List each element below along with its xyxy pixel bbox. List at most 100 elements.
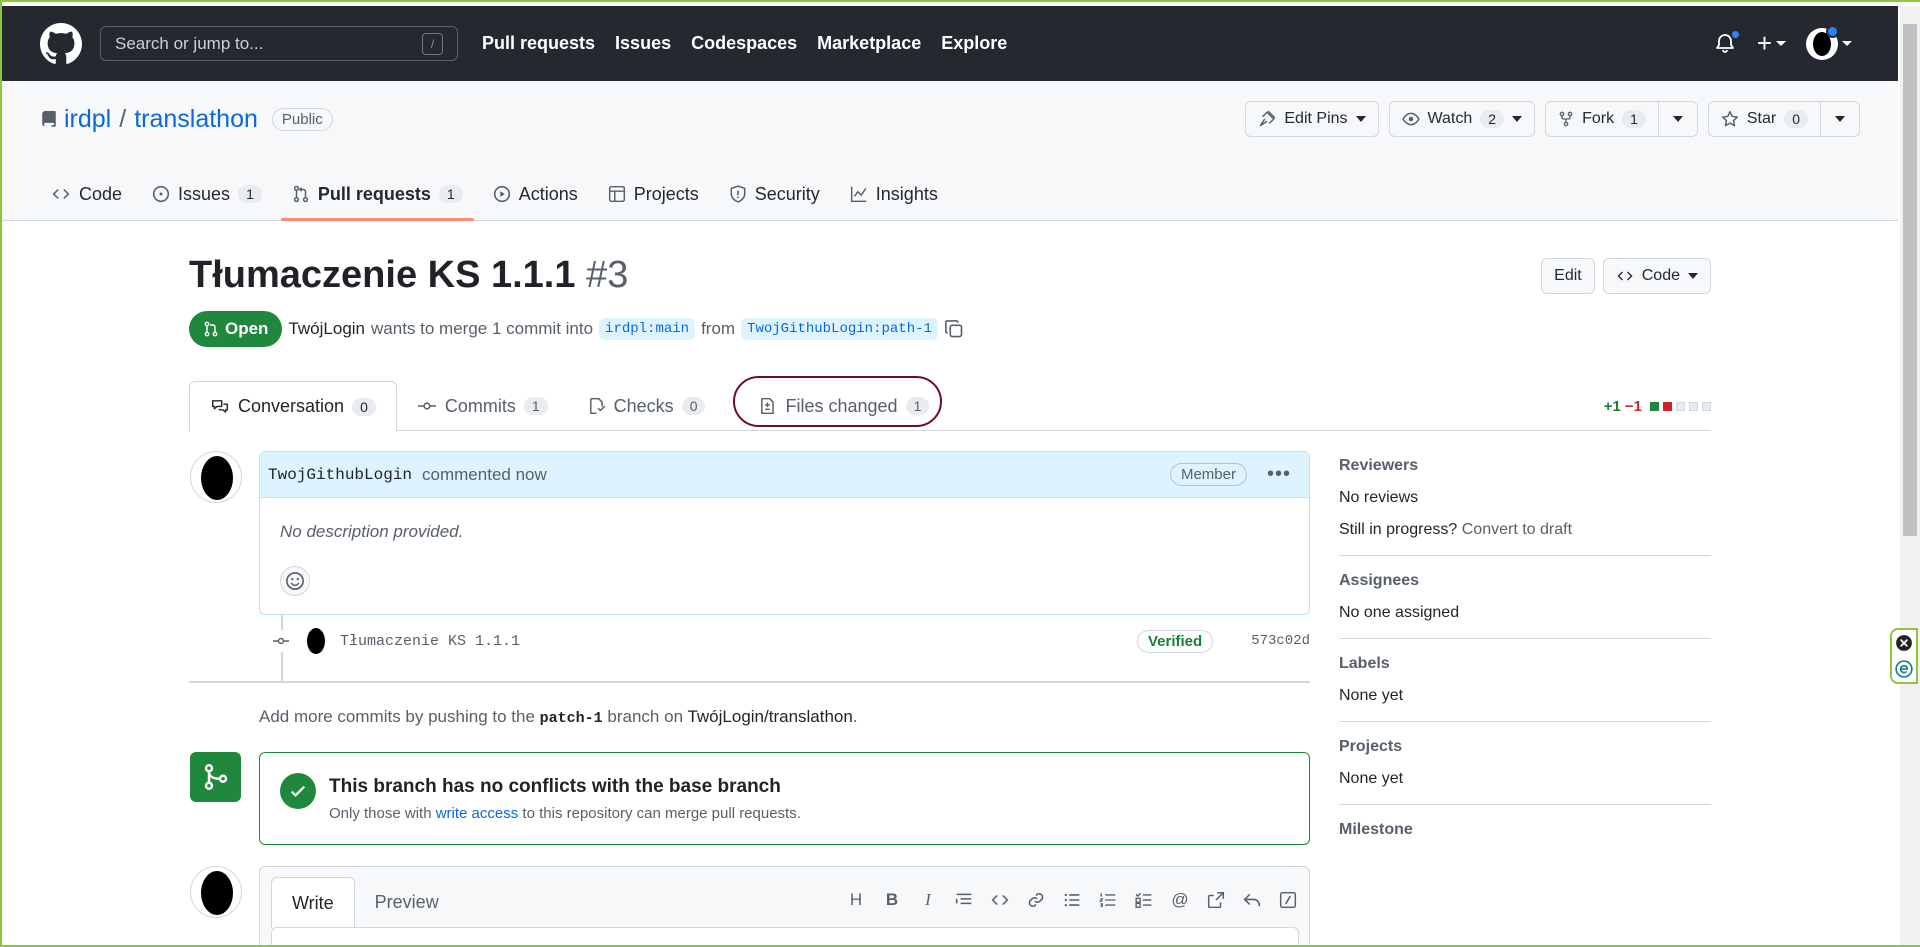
watch-button[interactable]: Watch 2 <box>1388 101 1536 137</box>
star-button[interactable]: Star 0 <box>1707 101 1821 137</box>
heading-icon[interactable]: H <box>845 889 867 911</box>
projects-heading[interactable]: Projects <box>1339 738 1711 756</box>
nav-marketplace[interactable]: Marketplace <box>817 33 921 54</box>
issue-opened-icon <box>152 185 170 203</box>
bullet-list-icon[interactable] <box>1061 889 1083 911</box>
star-count: 0 <box>1784 110 1808 128</box>
avatar[interactable] <box>302 627 330 655</box>
fork-options-button[interactable] <box>1658 101 1698 137</box>
assignees-heading[interactable]: Assignees <box>1339 572 1711 590</box>
tab-pull-requests[interactable]: Pull requests 1 <box>280 168 474 221</box>
add-reaction-button[interactable] <box>280 566 310 596</box>
tab-preview[interactable]: Preview <box>355 877 459 928</box>
tab-label: Conversation <box>238 396 345 416</box>
milestone-heading[interactable]: Milestone <box>1339 821 1711 839</box>
commits-count: 1 <box>523 397 548 415</box>
pr-description-comment: TwojGithubLogin commented now Member •••… <box>259 451 1310 615</box>
pr-meta: Open TwójLogin wants to merge 1 commit i… <box>189 311 964 347</box>
github-logo-icon[interactable] <box>40 22 82 65</box>
tab-checks[interactable]: Checks 0 <box>568 381 726 431</box>
comment-textarea[interactable] <box>271 927 1299 947</box>
tab-issues[interactable]: Issues 1 <box>141 168 273 220</box>
commit-message-link[interactable]: Tłumaczenie KS 1.1.1 <box>340 633 520 650</box>
tab-commits[interactable]: Commits 1 <box>397 381 568 431</box>
close-icon[interactable] <box>1895 634 1913 652</box>
tab-label: Checks <box>613 395 674 416</box>
chevron-down-icon <box>1672 116 1683 122</box>
merge-sub-prefix: Only those with <box>329 805 432 822</box>
merge-sub-suffix: to this repository can merge pull reques… <box>522 805 801 822</box>
labels-heading[interactable]: Labels <box>1339 655 1711 673</box>
diffstat: +1 −1 <box>1604 398 1711 415</box>
code-icon[interactable] <box>989 889 1011 911</box>
base-branch[interactable]: irdpl:main <box>599 318 696 340</box>
nav-issues[interactable]: Issues <box>615 33 671 54</box>
pr-author-link[interactable]: TwójLogin <box>288 319 365 339</box>
edit-pins-button[interactable]: Edit Pins <box>1245 101 1379 137</box>
tab-security[interactable]: Security <box>718 168 831 220</box>
checks-count: 0 <box>681 397 706 415</box>
mention-icon[interactable]: @ <box>1169 889 1191 911</box>
avatar[interactable] <box>190 451 242 503</box>
repo-name-link[interactable]: translathon <box>134 105 258 134</box>
tab-write[interactable]: Write <box>271 877 355 928</box>
nav-pull-requests[interactable]: Pull requests <box>482 33 595 54</box>
reviewers-value: No reviews <box>1339 489 1419 506</box>
bold-icon[interactable]: B <box>881 889 903 911</box>
verified-badge[interactable]: Verified <box>1136 629 1214 653</box>
tab-label: Actions <box>518 183 578 204</box>
convert-to-draft-link[interactable]: Convert to draft <box>1462 521 1572 538</box>
git-merge-icon <box>190 752 241 802</box>
nav-explore[interactable]: Explore <box>941 33 1007 54</box>
tab-actions[interactable]: Actions <box>482 168 589 220</box>
status-label: Open <box>225 319 269 338</box>
reviewers-heading[interactable]: Reviewers <box>1339 457 1711 475</box>
write-access-link[interactable]: write access <box>436 805 519 822</box>
commit-sha-link[interactable]: 573c02d <box>1251 633 1310 649</box>
repo-owner-link[interactable]: irdpl <box>64 105 111 134</box>
tab-projects[interactable]: Projects <box>597 168 710 220</box>
extension-e-icon[interactable] <box>1895 660 1913 678</box>
nav-codespaces[interactable]: Codespaces <box>691 33 797 54</box>
saved-reply-icon[interactable] <box>1241 889 1263 911</box>
fork-button[interactable]: Fork 1 <box>1545 101 1659 137</box>
code-icon <box>1617 271 1633 281</box>
comment-timestamp[interactable]: commented now <box>422 465 547 485</box>
create-new-button[interactable]: + <box>1757 28 1786 59</box>
notifications-button[interactable] <box>1713 28 1741 56</box>
italic-icon[interactable]: I <box>917 889 939 911</box>
numbered-list-icon[interactable] <box>1097 889 1119 911</box>
code-dropdown-button[interactable]: Code <box>1602 258 1711 294</box>
edit-title-button[interactable]: Edit <box>1541 258 1595 294</box>
head-branch[interactable]: TwojGithubLogin:path-1 <box>741 318 938 340</box>
slash-command-icon[interactable] <box>1277 889 1299 911</box>
star-lists-button[interactable] <box>1821 101 1860 137</box>
fork-label: Fork <box>1582 110 1615 127</box>
search-input[interactable]: Search or jump to... / <box>100 26 458 61</box>
scrollbar-thumb[interactable] <box>1903 24 1917 536</box>
repo-link[interactable]: TwójLogin/translathon <box>687 707 852 726</box>
tab-code[interactable]: Code <box>40 168 133 220</box>
watch-label: Watch <box>1427 110 1473 127</box>
avatar[interactable] <box>190 866 242 918</box>
copy-icon[interactable] <box>944 319 964 339</box>
link-icon[interactable] <box>1025 889 1047 911</box>
tab-label: Pull requests <box>317 183 431 204</box>
kebab-horizontal-icon[interactable]: ••• <box>1257 463 1301 486</box>
user-menu-button[interactable] <box>1806 24 1852 60</box>
tab-insights[interactable]: Insights <box>839 168 949 220</box>
chevron-down-icon <box>1355 116 1366 122</box>
tab-conversation[interactable]: Conversation 0 <box>189 381 397 432</box>
branch-name: patch-1 <box>539 710 603 727</box>
repo-title: irdpl / translathon Public <box>40 105 333 134</box>
chevron-down-icon <box>1512 116 1523 122</box>
comment-author-link[interactable]: TwojGithubLogin <box>268 466 412 484</box>
star-label: Star <box>1746 110 1777 127</box>
scrollbar[interactable] <box>1900 6 1920 945</box>
quote-icon[interactable] <box>953 889 975 911</box>
repo-separator: / <box>119 105 127 133</box>
commit-item: Tłumaczenie KS 1.1.1 Verified 573c02d <box>270 625 1310 657</box>
task-list-icon[interactable] <box>1133 889 1155 911</box>
slash-shortcut-key: / <box>422 32 443 55</box>
cross-reference-icon[interactable] <box>1205 889 1227 911</box>
